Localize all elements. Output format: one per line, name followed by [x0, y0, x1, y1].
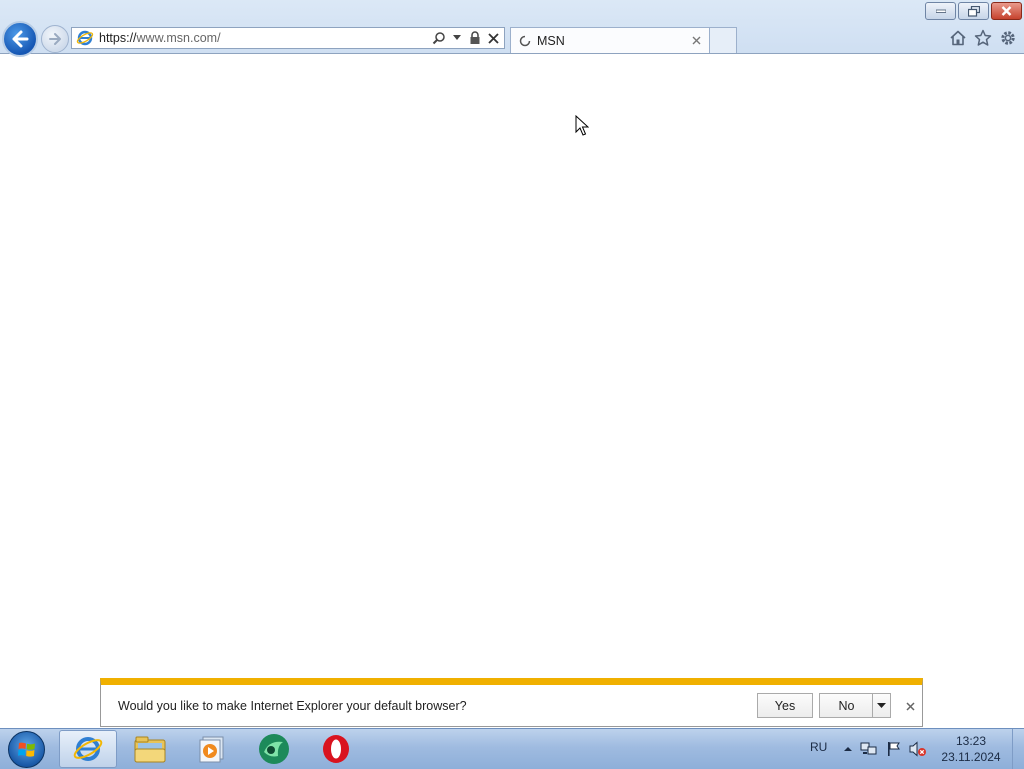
favorites-star-icon[interactable] [973, 28, 993, 48]
clock[interactable]: 13:23 23.11.2024 [936, 733, 1006, 765]
taskbar-media-player[interactable] [183, 730, 241, 768]
new-tab-button[interactable] [709, 27, 737, 53]
tab-close-icon[interactable] [688, 33, 704, 49]
search-icon[interactable] [431, 29, 447, 47]
show-hidden-icons-icon[interactable] [839, 740, 857, 758]
url-protocol: https:// [99, 31, 137, 45]
tools-gear-icon[interactable] [998, 28, 1018, 48]
start-button[interactable] [8, 731, 45, 768]
address-bar[interactable]: https://www.msn.com/ [71, 27, 505, 49]
arrow-left-icon [12, 30, 29, 48]
stop-icon[interactable] [485, 29, 501, 47]
windows-logo-icon [17, 742, 35, 757]
tab-msn[interactable]: MSN [510, 27, 710, 53]
url-text[interactable]: https://www.msn.com/ [99, 31, 431, 45]
home-icon[interactable] [948, 28, 968, 48]
minimize-icon [935, 9, 946, 13]
notification-close-icon[interactable] [903, 699, 917, 713]
lock-icon[interactable] [467, 29, 483, 47]
forward-button[interactable] [41, 25, 69, 53]
green-app-icon [259, 734, 289, 764]
show-desktop-button[interactable] [1012, 729, 1024, 769]
opera-icon [323, 735, 349, 763]
tab-title: MSN [537, 33, 565, 48]
arrow-right-icon [49, 33, 61, 45]
media-player-icon [199, 736, 224, 763]
page-content[interactable] [0, 54, 1024, 728]
ie-page-icon [76, 30, 94, 46]
back-button[interactable] [2, 21, 38, 57]
restore-button[interactable] [958, 2, 989, 20]
close-window-button[interactable] [991, 2, 1022, 20]
yes-button[interactable]: Yes [757, 693, 813, 718]
restore-icon [967, 5, 980, 17]
dropdown-arrow-icon[interactable] [449, 29, 465, 47]
taskbar-opera[interactable] [307, 730, 365, 768]
no-options-dropdown[interactable] [872, 693, 891, 718]
default-browser-notification: Would you like to make Internet Explorer… [100, 678, 923, 727]
close-icon [1001, 6, 1012, 16]
action-center-flag-icon[interactable] [885, 740, 903, 758]
volume-muted-icon[interactable] [909, 740, 927, 758]
no-button[interactable]: No [819, 693, 873, 718]
taskbar-windows-explorer[interactable] [121, 730, 179, 768]
taskbar: RU 13:23 23.11.2024 [0, 728, 1024, 769]
clock-date: 23.11.2024 [941, 750, 1001, 764]
browser-chrome: https://www.msn.com/ MSN [0, 0, 1024, 57]
network-icon[interactable] [860, 740, 878, 758]
taskbar-app[interactable] [245, 730, 303, 768]
folder-icon [134, 736, 166, 763]
taskbar-internet-explorer[interactable] [59, 730, 117, 768]
notification-message: Would you like to make Internet Explorer… [118, 699, 467, 713]
clock-time: 13:23 [955, 734, 987, 748]
dropdown-arrow-icon [877, 702, 886, 708]
minimize-button[interactable] [925, 2, 956, 20]
language-indicator[interactable]: RU [810, 740, 827, 754]
mouse-cursor-icon [575, 115, 589, 136]
loading-spinner-icon [519, 35, 531, 46]
url-domain: www.msn.com/ [136, 31, 221, 45]
internet-explorer-icon [73, 737, 103, 761]
